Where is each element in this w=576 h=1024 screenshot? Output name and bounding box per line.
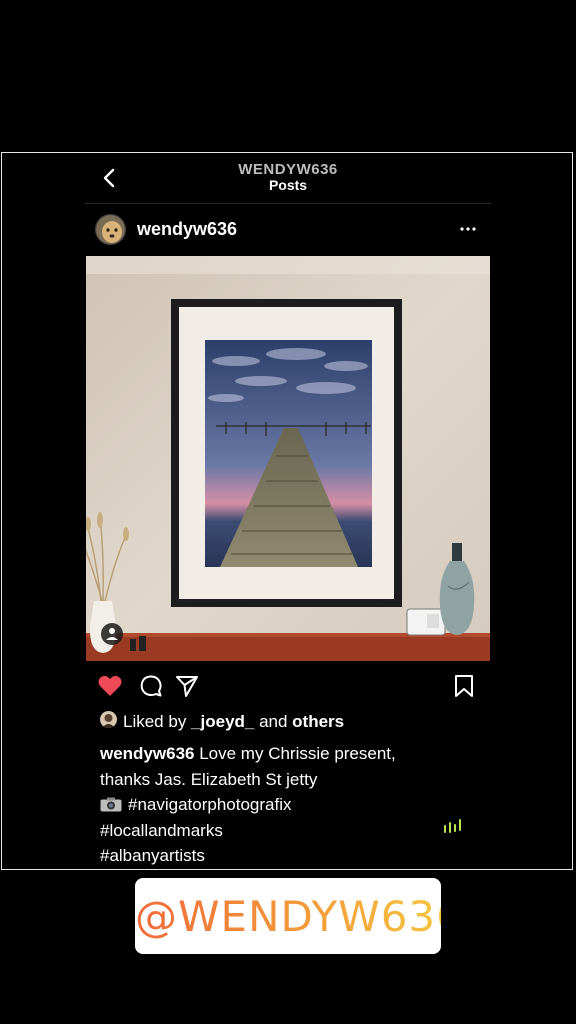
- hashtag-link[interactable]: #albanyartists: [100, 843, 480, 869]
- caption-line-3: #navigatorphotografix: [100, 792, 480, 818]
- post-caption: wendyw636 Love my Chrissie present, than…: [100, 741, 480, 869]
- likes-row[interactable]: Liked by _joeyd_ and others: [100, 710, 490, 734]
- more-options-icon[interactable]: [459, 220, 477, 238]
- audio-wave-icon: [444, 819, 461, 833]
- caption-line-2: thanks Jas. Elizabeth St jetty: [100, 769, 318, 789]
- divider: [85, 203, 491, 204]
- comment-icon[interactable]: [138, 673, 164, 699]
- post-author-row: wendyw636: [85, 206, 491, 254]
- top-bar: WENDYW636 Posts: [85, 153, 491, 203]
- likes-middle: and: [254, 712, 293, 731]
- mention-sticker[interactable]: @WENDYW636: [135, 878, 464, 954]
- likes-prefix: Liked by: [123, 712, 192, 731]
- share-icon[interactable]: [174, 673, 200, 699]
- caption-text-1: Love my Chrissie present,: [194, 744, 396, 763]
- liker-avatar: [100, 711, 117, 728]
- header-subtitle: Posts: [268, 177, 308, 193]
- liker-name[interactable]: _joeyd_: [191, 712, 254, 731]
- mention-text: @WENDYW636: [135, 892, 464, 941]
- post-photo[interactable]: [86, 256, 490, 661]
- caption-line-1: wendyw636 Love my Chrissie present,: [100, 741, 480, 767]
- hashtag-link[interactable]: #navigatorphotografix: [128, 795, 292, 814]
- bookmark-icon[interactable]: [451, 673, 477, 699]
- post-author-name[interactable]: wendyw636: [137, 219, 237, 240]
- caption-author[interactable]: wendyw636: [100, 744, 195, 763]
- post-actions: [85, 668, 491, 704]
- likes-others[interactable]: others: [292, 712, 344, 731]
- hashtag-link[interactable]: #locallandmarks: [100, 818, 480, 844]
- camera-icon: [100, 797, 122, 812]
- heart-icon[interactable]: [97, 673, 123, 699]
- header-username: WENDYW636: [238, 161, 338, 178]
- avatar[interactable]: [95, 214, 126, 245]
- likes-text: Liked by _joeyd_ and others: [123, 712, 344, 732]
